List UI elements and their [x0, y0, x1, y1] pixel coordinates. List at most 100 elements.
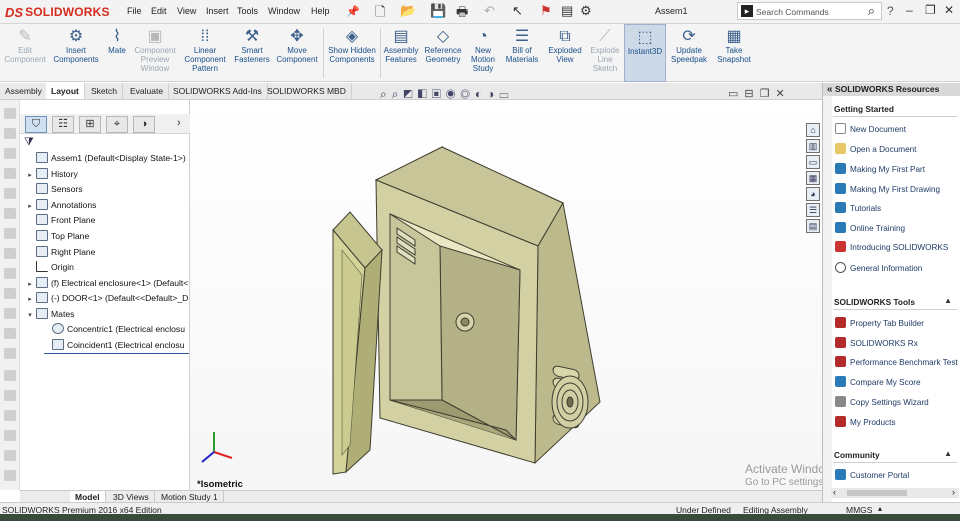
- task-pane-horizontal-scrollbar[interactable]: ‹ ›: [831, 487, 959, 498]
- propertymanager-tab-icon[interactable]: ☷: [52, 116, 74, 133]
- view-palette-icon[interactable]: ▦: [806, 171, 820, 185]
- update-speedpak-button[interactable]: ⟳ Update Speedpak: [668, 24, 710, 82]
- tree-item-top-plane[interactable]: Top Plane: [24, 229, 89, 244]
- scroll-right-icon[interactable]: ›: [952, 487, 955, 497]
- link-introducing[interactable]: Introducing SOLIDWORKS: [835, 241, 948, 252]
- rail-tool-icon[interactable]: [4, 188, 16, 199]
- rail-tool-icon[interactable]: [4, 390, 16, 401]
- rail-tool-icon[interactable]: [4, 470, 16, 481]
- tab-sketch[interactable]: Sketch: [86, 83, 123, 99]
- tree-item-door[interactable]: ▸ (-) DOOR<1> (Default<<Default>_D: [24, 291, 188, 306]
- tree-expander[interactable]: ▸: [24, 168, 36, 183]
- hide-show-icon[interactable]: ◎: [460, 87, 475, 101]
- tree-item-right-plane[interactable]: Right Plane: [24, 245, 95, 260]
- linear-pattern-button[interactable]: ⁞⁞ Linear Component Pattern: [180, 24, 230, 82]
- tree-expander[interactable]: ▾: [24, 308, 36, 323]
- menu-window[interactable]: Window: [268, 6, 300, 16]
- menu-view[interactable]: View: [177, 6, 196, 16]
- tree-expander[interactable]: ▸: [24, 292, 36, 307]
- link-benchmark[interactable]: Performance Benchmark Test: [835, 356, 958, 367]
- rail-tool-icon[interactable]: [4, 148, 16, 159]
- show-hidden-button[interactable]: ◈ Show Hidden Components: [326, 24, 378, 82]
- tree-item-history[interactable]: ▸ History: [24, 167, 78, 182]
- collapse-pane-icon[interactable]: «: [827, 84, 833, 95]
- rail-tool-icon[interactable]: [4, 308, 16, 319]
- smart-fasteners-button[interactable]: ⚒ Smart Fasteners: [232, 24, 272, 82]
- appearances-icon[interactable]: ◕: [806, 187, 820, 201]
- rail-tool-icon[interactable]: [4, 128, 16, 139]
- link-first-part[interactable]: Making My First Part: [835, 163, 925, 174]
- link-compare-score[interactable]: Compare My Score: [835, 376, 921, 387]
- component-preview-button[interactable]: ▣ Component Preview Window: [132, 24, 178, 82]
- explode-line-sketch-button[interactable]: ⟋ Explode Line Sketch: [588, 24, 622, 82]
- solidworks-logo[interactable]: DS SOLIDWORKS: [5, 4, 110, 20]
- link-solidworks-rx[interactable]: SOLIDWORKS Rx: [835, 337, 918, 348]
- menu-file[interactable]: File: [127, 6, 142, 16]
- instant3d-button[interactable]: ⬚ Instant3D: [624, 24, 666, 82]
- file-explorer-icon[interactable]: ▭: [806, 155, 820, 169]
- link-customer-portal[interactable]: Customer Portal: [835, 469, 909, 480]
- tree-item-annotations[interactable]: ▸ Annotations: [24, 198, 96, 213]
- tree-item-front-plane[interactable]: Front Plane: [24, 213, 95, 228]
- search-commands-field[interactable]: ▸ Search Commands ⌕: [737, 2, 882, 20]
- rail-tool-icon[interactable]: [4, 328, 16, 339]
- exploded-view-button[interactable]: ⧉ Exploded View: [544, 24, 586, 82]
- link-first-drawing[interactable]: Making My First Drawing: [835, 183, 940, 194]
- previous-view-icon[interactable]: ◩: [403, 87, 417, 101]
- display-style-icon[interactable]: ◉: [446, 87, 461, 101]
- rail-tool-icon[interactable]: [4, 410, 16, 421]
- tree-item-sensors[interactable]: Sensors: [24, 182, 83, 197]
- rail-tool-icon[interactable]: [4, 268, 16, 279]
- viewport-close-icon[interactable]: ✕: [776, 88, 791, 100]
- rebuild-icon[interactable]: ⚑: [540, 3, 552, 19]
- menu-insert[interactable]: Insert: [206, 6, 229, 16]
- rail-tool-icon[interactable]: [4, 288, 16, 299]
- rail-tool-icon[interactable]: [4, 450, 16, 461]
- tree-expander[interactable]: ▸: [24, 277, 36, 292]
- task-pane-scrollbar[interactable]: [823, 96, 832, 502]
- mate-button[interactable]: ⌇ Mate: [104, 24, 130, 82]
- scene-icon[interactable]: ◑: [487, 87, 499, 101]
- featuremanager-tab-icon[interactable]: ⛉: [25, 116, 47, 133]
- link-new-document[interactable]: New Document: [835, 123, 906, 134]
- rail-tool-icon[interactable]: [4, 168, 16, 179]
- design-library-icon[interactable]: ▥: [806, 139, 820, 153]
- zoom-area-icon[interactable]: ⌕: [392, 87, 404, 101]
- collapse-section-icon[interactable]: ▲: [944, 449, 952, 458]
- custom-properties-icon[interactable]: ☰: [806, 203, 820, 217]
- assembly-features-button[interactable]: ▤ Assembly Features: [382, 24, 420, 82]
- rail-tool-icon[interactable]: [4, 208, 16, 219]
- save-icon[interactable]: 💾: [430, 3, 446, 19]
- search-icon[interactable]: ⌕: [868, 3, 875, 19]
- viewport-maximize-icon[interactable]: ❐: [760, 88, 776, 100]
- chevron-right-icon[interactable]: ›: [177, 117, 181, 129]
- tab-mbd[interactable]: SOLIDWORKS MBD: [262, 83, 352, 99]
- scroll-left-icon[interactable]: ‹: [833, 487, 836, 497]
- tree-item-coincident1[interactable]: Coincident1 (Electrical enclosu: [40, 338, 185, 353]
- home-icon[interactable]: ⌂: [806, 123, 820, 137]
- rail-tool-icon[interactable]: [4, 430, 16, 441]
- view-orientation-icon[interactable]: ▣: [432, 87, 446, 101]
- new-motion-study-button[interactable]: ◔ New Motion Study: [466, 24, 500, 82]
- heads-up-view-toolbar[interactable]: ⌕⌕◩◧▣◉◎◐◑▭: [380, 87, 514, 101]
- menu-tools[interactable]: Tools: [237, 6, 258, 16]
- select-icon[interactable]: ↖: [512, 3, 523, 19]
- link-property-tab-builder[interactable]: Property Tab Builder: [835, 317, 924, 328]
- view-settings-icon[interactable]: ▭: [499, 87, 513, 101]
- scroll-thumb[interactable]: [847, 490, 907, 496]
- displaymanager-tab-icon[interactable]: ◑: [133, 116, 155, 133]
- section-view-icon[interactable]: ◧: [418, 87, 432, 101]
- rail-tool-icon[interactable]: [4, 248, 16, 259]
- restore-icon[interactable]: ❐: [925, 3, 936, 17]
- bill-of-materials-button[interactable]: ☰ Bill of Materials: [502, 24, 542, 82]
- link-my-products[interactable]: My Products: [835, 416, 896, 427]
- collapse-section-icon[interactable]: ▲: [944, 296, 952, 305]
- insert-components-button[interactable]: ⚙ Insert Components: [50, 24, 102, 82]
- tree-item-concentric1[interactable]: Concentric1 (Electrical enclosu: [40, 322, 185, 337]
- forum-icon[interactable]: ▤: [806, 219, 820, 233]
- move-component-button[interactable]: ✥ Move Component: [274, 24, 320, 82]
- search-menu-icon[interactable]: ▸: [741, 5, 753, 17]
- configurationmanager-tab-icon[interactable]: ⊞: [79, 116, 101, 133]
- rail-tool-icon[interactable]: [4, 228, 16, 239]
- viewport-minimize-icon[interactable]: ▭: [728, 88, 744, 100]
